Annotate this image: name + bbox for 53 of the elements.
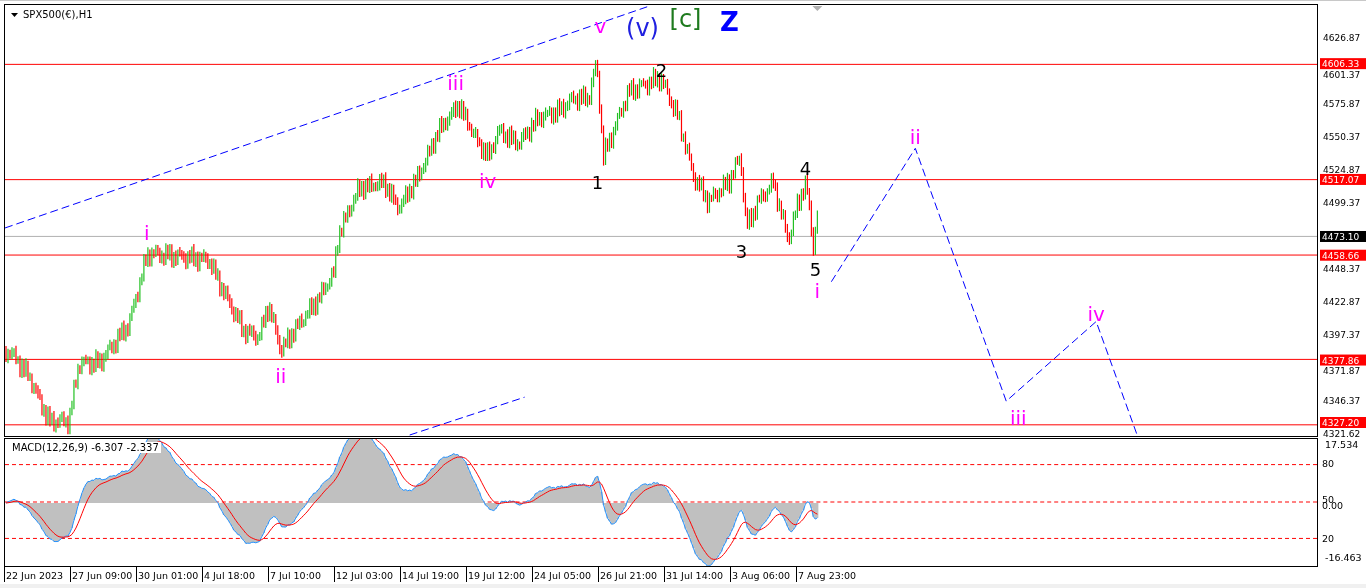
time-axis-label: 7 Jul 10:00 [268, 567, 334, 582]
macd-axis-label: 80 [1322, 458, 1335, 469]
time-axis-label: 31 Jul 14:00 [664, 567, 730, 582]
time-axis-label: 24 Jul 05:00 [532, 567, 598, 582]
price-tick-label: 4524.87 [1323, 164, 1361, 175]
price-tick-label: 4422.87 [1323, 297, 1361, 308]
wave-label: (v) [626, 13, 659, 42]
price-tick-label: 4626.87 [1323, 32, 1361, 43]
price-tick-label: 4575.87 [1323, 98, 1361, 109]
wave-label: iii [447, 70, 464, 95]
macd-axis-label: 17.534 [1325, 439, 1359, 450]
price-level-tag: 4377.86 [1320, 354, 1366, 366]
wave-label: 2 [655, 59, 668, 81]
time-axis-label: 12 Jul 03:00 [334, 567, 400, 582]
price-level-tag: 4458.66 [1320, 249, 1366, 261]
wave-label: i [144, 220, 150, 245]
triangle-marker-icon [812, 6, 823, 11]
price-tick-label: 4346.37 [1323, 396, 1361, 407]
wave-label: [c] [669, 5, 702, 33]
time-axis-label: 7 Aug 23:00 [796, 567, 862, 582]
wave-label: iv [1087, 301, 1105, 326]
time-axis-label: 3 Aug 06:00 [730, 567, 796, 582]
price-level-tag: 4517.07 [1320, 173, 1366, 185]
wave-label: Z [720, 6, 739, 37]
time-axis-label: 30 Jun 01:00 [136, 567, 202, 582]
macd-axis-label: 20 [1322, 533, 1335, 544]
price-level-tag: 4327.20 [1320, 417, 1366, 428]
macd-title: MACD(12,26,9) -6.307 -2.337 [10, 442, 161, 453]
wave-label: i [814, 278, 821, 303]
price-tick-label: 4397.37 [1323, 330, 1361, 341]
price-tick-label: 4550.37 [1323, 131, 1361, 142]
wave-label: iii [1009, 406, 1027, 431]
wave-label: ii [275, 364, 287, 389]
chart-symbol: SPX500(€),H1 [23, 9, 93, 20]
wave-label: ii [909, 125, 921, 150]
price-tick-label: 4448.37 [1323, 264, 1361, 275]
dropdown-caret-icon[interactable] [11, 12, 18, 17]
time-axis-label: 26 Jul 21:00 [598, 567, 664, 582]
wave-label: 3 [735, 240, 748, 262]
time-axis-label: 4 Jul 18:00 [202, 567, 268, 582]
price-level-tag: 4473.10 [1320, 231, 1366, 242]
time-axis-label: 22 Jun 2023 [4, 567, 70, 582]
time-axis-label: 14 Jul 19:00 [400, 567, 466, 582]
wave-label: 4 [799, 158, 812, 180]
price-tick-label: 4499.37 [1323, 197, 1361, 208]
price-tick-label: 4371.87 [1323, 366, 1361, 377]
time-axis-label: 27 Jun 09:00 [70, 567, 136, 582]
price-tick-label: 4321.62 [1323, 428, 1361, 437]
macd-axis-label: -16.463 [1325, 552, 1362, 563]
price-tick-label: 4601.37 [1323, 69, 1361, 80]
wave-label: 5 [809, 258, 822, 280]
time-axis-label: 19 Jul 12:00 [466, 567, 532, 582]
price-level-tag: 4606.33 [1320, 58, 1366, 70]
